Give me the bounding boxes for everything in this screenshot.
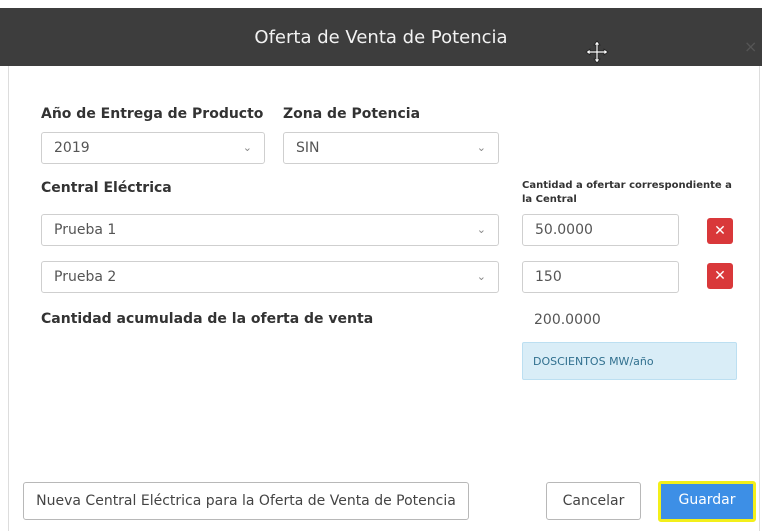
delete-row-button[interactable]: ✕ — [707, 218, 733, 244]
new-plant-button[interactable]: Nueva Central Eléctrica para la Oferta d… — [23, 482, 469, 520]
year-select[interactable]: 2019 ⌄ — [41, 132, 265, 164]
dialog-body: Año de Entrega de Producto 2019 ⌄ Zona d… — [8, 66, 760, 531]
close-icon[interactable]: × — [744, 37, 757, 56]
chevron-down-icon: ⌄ — [476, 270, 486, 283]
total-value: 200.0000 — [534, 312, 601, 328]
chevron-down-icon: ⌄ — [476, 141, 486, 154]
move-cursor-icon — [585, 40, 609, 64]
plant-label: Central Eléctrica — [41, 180, 172, 196]
total-label: Cantidad acumulada de la oferta de venta — [41, 311, 374, 327]
quantity-input-1[interactable]: 50.0000 — [522, 214, 679, 246]
save-button[interactable]: Guardar — [658, 481, 756, 522]
zone-select[interactable]: SIN ⌄ — [283, 132, 499, 164]
plant-select-1[interactable]: Prueba 1 ⌄ — [41, 214, 499, 246]
zone-label: Zona de Potencia — [283, 106, 421, 122]
quantity-input-2[interactable]: 150 — [522, 261, 679, 293]
year-select-value: 2019 — [54, 140, 90, 156]
total-words-box: DOSCIENTOS MW/año — [522, 342, 737, 380]
plant-select-value: Prueba 2 — [54, 269, 117, 285]
year-label: Año de Entrega de Producto — [41, 106, 264, 122]
plant-select-2[interactable]: Prueba 2 ⌄ — [41, 261, 499, 293]
dialog-titlebar: Oferta de Venta de Potencia × — [0, 8, 762, 66]
quantity-label: Cantidad a ofertar correspondiente a la … — [522, 180, 732, 205]
close-x-icon: ✕ — [714, 268, 726, 284]
delete-row-button[interactable]: ✕ — [707, 263, 733, 289]
dialog-title: Oferta de Venta de Potencia — [254, 27, 508, 48]
chevron-down-icon: ⌄ — [242, 141, 252, 154]
close-x-icon: ✕ — [714, 223, 726, 239]
zone-select-value: SIN — [296, 140, 320, 156]
chevron-down-icon: ⌄ — [476, 223, 486, 236]
cancel-button[interactable]: Cancelar — [546, 482, 641, 520]
plant-select-value: Prueba 1 — [54, 222, 117, 238]
